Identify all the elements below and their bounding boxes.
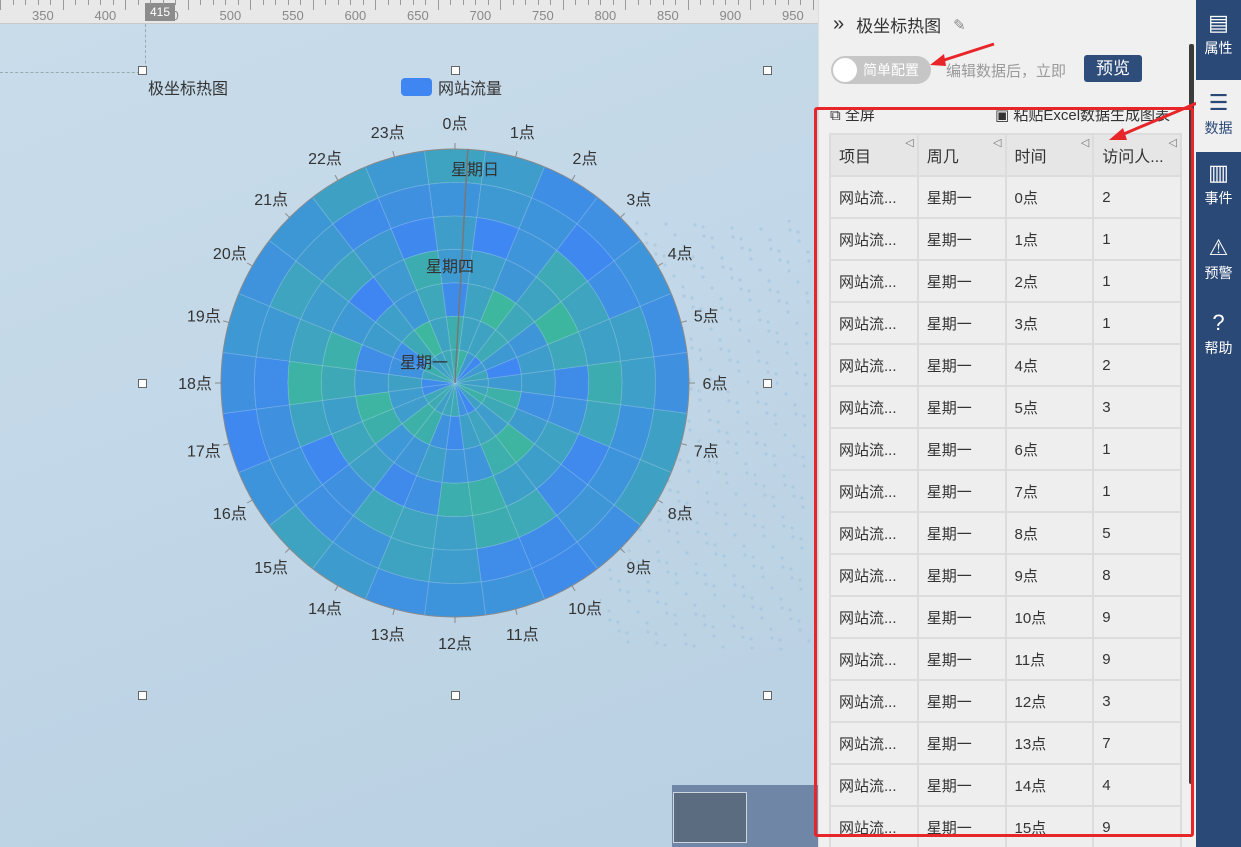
alarm-icon: ⚠: [1208, 235, 1229, 260]
toggle-knob: [833, 58, 857, 82]
angle-tick-label: 19点: [187, 308, 221, 326]
angle-tick: [392, 151, 395, 158]
heatmap-cell[interactable]: [428, 548, 482, 585]
heatmap-cell[interactable]: [653, 351, 690, 415]
annotation-arrow: [930, 42, 995, 66]
angle-tick-label: 20点: [213, 245, 247, 263]
angle-tick: [334, 585, 339, 592]
heatmap-cell[interactable]: [432, 215, 478, 251]
heatmap-cell[interactable]: [220, 351, 257, 415]
angle-tick: [284, 212, 290, 218]
angle-tick: [246, 262, 253, 267]
angle-tick-label: 7点: [694, 442, 719, 460]
angle-tick: [680, 320, 687, 323]
angle-tick-label: 9点: [626, 559, 651, 577]
angle-tick-label: 14点: [308, 600, 342, 618]
heatmap-cell[interactable]: [587, 360, 623, 406]
angle-tick: [680, 443, 687, 446]
heatmap-cell[interactable]: [287, 360, 323, 406]
minimap-viewport[interactable]: [673, 792, 747, 843]
angle-tick-label: 15点: [254, 559, 288, 577]
angle-tick: [392, 608, 395, 615]
angle-tick: [620, 212, 626, 218]
radial-tick-label: 星期日: [451, 161, 499, 179]
collapse-icon[interactable]: »: [833, 13, 844, 36]
sidenav-label: 数据: [1204, 120, 1233, 136]
sidenav-label: 帮助: [1204, 340, 1233, 356]
toggle-label: 简单配置: [863, 62, 919, 78]
angle-tick-label: 2点: [573, 150, 598, 168]
heatmap-cell[interactable]: [620, 356, 657, 410]
panel-title: 极坐标热图: [856, 17, 942, 36]
help-icon: ?: [1212, 310, 1225, 335]
angle-tick: [657, 262, 664, 267]
database-icon: ☰: [1208, 90, 1229, 115]
heatmap-cell[interactable]: [432, 515, 478, 551]
angle-tick-label: 18点: [178, 375, 212, 393]
highlight-frame: [814, 107, 1194, 837]
design-canvas[interactable]: 350400450500550600650700750800850900950 …: [0, 0, 818, 847]
angle-tick-label: 8点: [668, 505, 693, 523]
angle-tick: [284, 548, 290, 554]
angle-tick: [657, 499, 664, 504]
angle-tick: [515, 608, 518, 615]
radial-tick-label: 星期一: [400, 354, 448, 372]
angle-tick-label: 5点: [694, 308, 719, 326]
angle-tick-label: 13点: [371, 626, 405, 644]
angle-tick: [334, 174, 339, 181]
sidenav-label: 属性: [1204, 40, 1233, 56]
polar-heatmap-chart[interactable]: 0点 1点 2点 3点 4点 5点 6点 7点 8点 9点 10点 11点 12点 13点 14点 15点 16…: [0, 0, 818, 700]
angle-tick: [246, 499, 253, 504]
panel-header: » 极坐标热图 ✎: [833, 12, 966, 37]
heatmap-cell[interactable]: [436, 481, 474, 518]
angle-tick-label: 0点: [443, 115, 468, 133]
heatmap-cell[interactable]: [553, 364, 590, 402]
heatmap-cell[interactable]: [320, 364, 357, 402]
simple-config-toggle[interactable]: 简单配置: [831, 56, 931, 84]
angle-tick-label: 10点: [568, 600, 602, 618]
angle-tick: [571, 174, 576, 181]
angle-tick: [620, 548, 626, 554]
properties-icon: ▤: [1208, 10, 1229, 35]
sidenav-item-help[interactable]: ? 帮助: [1196, 300, 1241, 372]
angle-tick-label: 3点: [626, 191, 651, 209]
sidenav-label: 预警: [1204, 265, 1233, 281]
angle-tick: [515, 151, 518, 158]
angle-tick-label: 4点: [668, 245, 693, 263]
side-navigation: ▤ 属性 ☰ 数据 ▥ 事件 ⚠ 预警? 帮助: [1196, 0, 1241, 847]
angle-tick-label: 1点: [510, 124, 535, 142]
radial-tick-label: 星期四: [426, 258, 474, 276]
angle-tick-label: 16点: [213, 505, 247, 523]
angle-tick-label: 22点: [308, 150, 342, 168]
angle-tick-label: 6点: [703, 375, 728, 393]
sidenav-label: 事件: [1204, 190, 1233, 206]
event-icon: ▥: [1208, 160, 1229, 185]
sidenav-item-alarm[interactable]: ⚠ 预警: [1196, 225, 1241, 297]
angle-tick: [571, 585, 576, 592]
heatmap-cell[interactable]: [423, 581, 487, 618]
sidenav-item-properties[interactable]: ▤ 属性: [1196, 0, 1241, 72]
preview-button[interactable]: 预览: [1084, 55, 1142, 82]
sidenav-item-database[interactable]: ☰ 数据: [1196, 80, 1241, 152]
annotation-arrow: [1109, 101, 1198, 140]
angle-tick: [223, 320, 230, 323]
heatmap-cell[interactable]: [253, 356, 290, 410]
pencil-icon[interactable]: ✎: [953, 16, 966, 34]
angle-tick: [223, 443, 230, 446]
sidenav-item-event[interactable]: ▥ 事件: [1196, 150, 1241, 222]
angle-tick-label: 11点: [506, 626, 539, 644]
angle-tick-label: 23点: [371, 124, 405, 142]
heatmap-cell[interactable]: [428, 181, 482, 218]
angle-tick-label: 17点: [187, 442, 221, 460]
angle-tick-label: 12点: [438, 635, 472, 653]
angle-tick-label: 21点: [254, 191, 288, 209]
